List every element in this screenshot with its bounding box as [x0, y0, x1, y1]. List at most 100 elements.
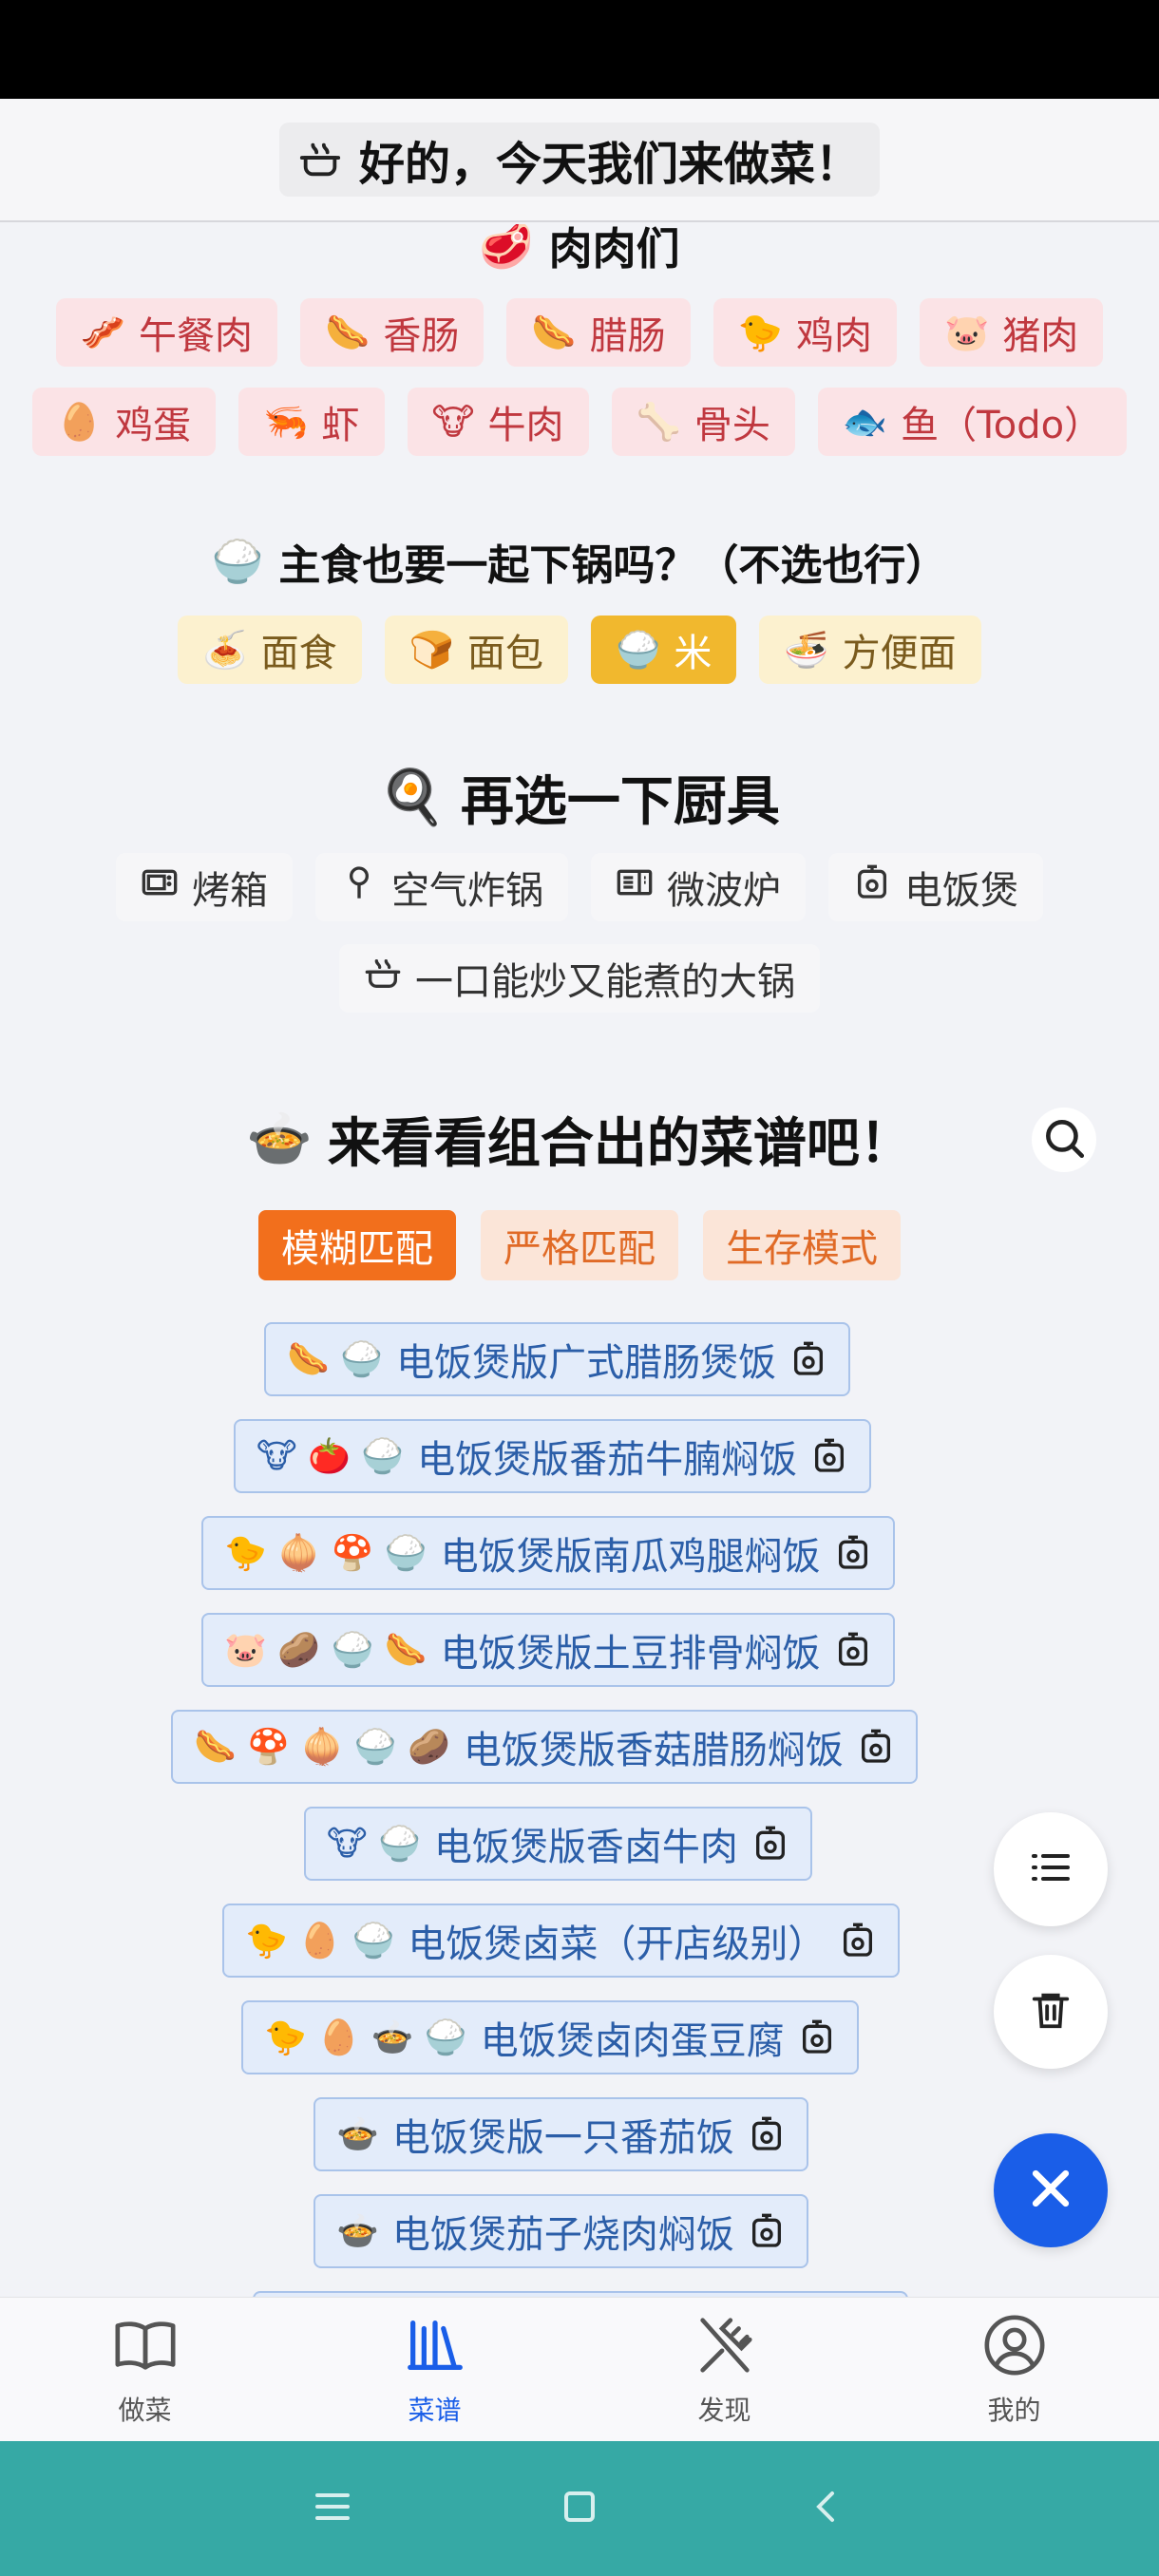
recipe-item[interactable]: 🍲 电饭煲茄子烧肉焖饭 [314, 2194, 808, 2268]
air-fryer-icon [340, 863, 378, 911]
user-circle-icon [981, 2312, 1048, 2382]
recipe-name: 电饭煲版香菇腊肠焖饭 [463, 1729, 844, 1772]
meat-chip-sausage[interactable]: 🌭 香肠 [300, 298, 484, 367]
meat-section-title: 🥩 肉肉们 [0, 224, 1159, 279]
mode-survival[interactable]: 生存模式 [703, 1210, 901, 1280]
header-pill: 好的，今天我们来做菜！ [278, 123, 880, 197]
recipe-ingredient-icons: 🐤 🧅 🍄 🍚 [224, 1534, 428, 1573]
frying-pan-icon: 🍳 [379, 767, 446, 828]
staple-chip-bread[interactable]: 🍞 面包 [384, 616, 568, 684]
rice-cooker-icon [810, 1437, 848, 1475]
staple-chip-noodles[interactable]: 🍝 面食 [178, 616, 362, 684]
recipe-item[interactable]: 🐤 🥚 🍚 电饭煲卤菜（开店级别） [222, 1904, 901, 1978]
staple-chip-instant-noodles[interactable]: 🍜 方便面 [759, 616, 981, 684]
nav-cook[interactable]: 做菜 [0, 2298, 290, 2441]
spaghetti-icon: 🍝 [202, 628, 248, 671]
result-section-title: 🍲 来看看组合出的菜谱吧！ [246, 1108, 913, 1175]
rice-cooker-icon [751, 1825, 789, 1863]
nav-recipes[interactable]: 菜谱 [290, 2298, 580, 2441]
recipe-item[interactable]: 🐮 🍚 电饭煲版香卤牛肉 [304, 1807, 812, 1881]
recipe-name: 电饭煲版番茄牛腩焖饭 [417, 1438, 798, 1482]
tool-chip-wok[interactable]: 一口能炒又能煮的大锅 [339, 944, 820, 1013]
rice-cooker-icon [834, 1534, 872, 1572]
bottom-nav: 做菜 菜谱 发现 我的 [0, 2297, 1159, 2441]
rice-bowl-icon: 🍚 [211, 538, 264, 586]
meat-chip-bone[interactable]: 🦴 骨头 [611, 388, 795, 456]
rice-bowl-icon: 🍚 [616, 628, 661, 671]
utensils-icon [692, 2312, 758, 2382]
recipe-item[interactable]: 🌭 🍚 电饭煲版广式腊肠煲饭 [264, 1322, 851, 1396]
match-mode-tabs: 模糊匹配 严格匹配 生存模式 [0, 1210, 1159, 1280]
recipe-ingredient-icons: 🍲 [336, 2115, 379, 2154]
search-icon [1040, 1114, 1088, 1165]
rice-cooker-icon [839, 1922, 877, 1960]
mode-fuzzy[interactable]: 模糊匹配 [258, 1210, 456, 1280]
back-icon[interactable] [804, 2484, 849, 2533]
nav-profile[interactable]: 我的 [869, 2298, 1159, 2441]
hotdog-icon: 🌭 [531, 311, 577, 353]
tool-chip-row-1: 烤箱 空气炸锅 微波炉 电饭煲 [0, 853, 1159, 921]
meat-chip-shrimp[interactable]: 🦐 虾 [238, 388, 385, 456]
tool-chip-microwave[interactable]: 微波炉 [591, 853, 806, 921]
recipe-ingredient-icons: 🌭 🍄 🧅 🍚 🥔 [194, 1728, 450, 1767]
meat-chip-chicken[interactable]: 🐤 鸡肉 [712, 298, 897, 367]
list-fab[interactable] [994, 1812, 1108, 1926]
recipe-name: 电饭煲版香卤牛肉 [433, 1826, 738, 1869]
recipe-ingredient-icons: 🍲 [336, 2212, 379, 2251]
recipe-item[interactable]: 🐮 🍅 🍚 电饭煲版番茄牛腩焖饭 [234, 1419, 872, 1493]
recipe-name: 电饭煲版一只番茄饭 [391, 2116, 734, 2160]
recipe-item[interactable]: 🍲 电饭煲版一只番茄饭 [314, 2097, 808, 2171]
bread-icon: 🍞 [408, 628, 454, 671]
shrimp-icon: 🦐 [263, 400, 309, 443]
page-title: 好的，今天我们来做菜！ [358, 138, 861, 191]
chick-icon: 🐤 [737, 311, 783, 353]
tool-section-title: 🍳 再选一下厨具 [379, 767, 780, 833]
nav-discover[interactable]: 发现 [580, 2298, 869, 2441]
recipe-ingredient-icons: 🌭 🍚 [287, 1340, 384, 1379]
bone-icon: 🦴 [636, 400, 681, 443]
recipe-item[interactable]: 🐤 🧅 🍄 🍚 电饭煲版南瓜鸡腿焖饭 [201, 1516, 895, 1590]
cow-icon: 🐮 [431, 401, 475, 443]
meat-chip-cured-sausage[interactable]: 🌭 腊肠 [506, 298, 691, 367]
tool-chip-oven[interactable]: 烤箱 [116, 853, 293, 921]
fish-icon: 🐟 [842, 400, 888, 443]
mode-strict[interactable]: 严格匹配 [481, 1210, 678, 1280]
rice-cooker-icon [853, 863, 891, 911]
cooking-pot-icon [364, 955, 402, 1002]
staple-chip-row: 🍝 面食 🍞 面包 🍚 米 🍜 方便面 [0, 616, 1159, 684]
recipe-ingredient-icons: 🐮 🍚 [327, 1825, 421, 1864]
recipe-item[interactable]: 🌭 🍄 🧅 🍚 🥔 电饭煲版香菇腊肠焖饭 [171, 1710, 918, 1784]
recipe-ingredient-icons: 🐤 🥚 🍚 [245, 1922, 395, 1960]
rice-cooker-icon [748, 2115, 786, 2153]
cooking-pot-icon [298, 138, 342, 181]
recipe-ingredient-icons: 🐷 🥔 🍚 🌭 [224, 1631, 428, 1670]
recipe-name: 电饭煲卤菜（开店级别） [408, 1923, 826, 1966]
rice-cooker-icon [857, 1728, 895, 1766]
recipe-item[interactable]: 🐷 🥔 🍚 🌭 电饭煲版土豆排骨焖饭 [201, 1613, 895, 1687]
menu-icon[interactable] [310, 2484, 355, 2533]
home-icon[interactable] [557, 2484, 602, 2533]
scroll-content[interactable]: 🥩 肉肉们 🥓 午餐肉 🌭 香肠 🌭 腊肠 🐤 鸡肉 🐷 猪肉 🥚 鸡蛋 🦐 虾 🐮 牛肉 🦴 骨… [0, 224, 1159, 2297]
recipe-item[interactable]: 🐤 🥚 🍲 🍚 电饭煲卤肉蛋豆腐 [241, 2000, 859, 2074]
clear-fab[interactable] [994, 1955, 1108, 2069]
staple-chip-rice[interactable]: 🍚 米 [591, 616, 737, 684]
close-fab[interactable] [994, 2133, 1108, 2247]
app-header: 好的，今天我们来做菜！ [0, 99, 1159, 222]
meat-chip-beef[interactable]: 🐮 牛肉 [407, 388, 589, 456]
tool-chip-air-fryer[interactable]: 空气炸锅 [315, 853, 568, 921]
meat-chip-row-2: 🥚 鸡蛋 🦐 虾 🐮 牛肉 🦴 骨头 🐟 鱼（Todo） [0, 388, 1159, 456]
tool-chip-rice-cooker[interactable]: 电饭煲 [828, 853, 1043, 921]
system-nav-bar [0, 2441, 1159, 2576]
meat-chip-pork[interactable]: 🐷 猪肉 [919, 298, 1104, 367]
list-icon [1028, 1845, 1074, 1894]
ramen-icon: 🍜 [784, 628, 829, 671]
meat-chip-luncheon[interactable]: 🥓 午餐肉 [55, 298, 277, 367]
search-button[interactable] [1032, 1108, 1096, 1172]
rice-cooker-icon [789, 1340, 827, 1378]
microwave-icon [616, 863, 654, 911]
meat-chip-egg[interactable]: 🥚 鸡蛋 [31, 388, 217, 456]
tool-chip-row-2: 一口能炒又能煮的大锅 [0, 944, 1159, 1013]
recipe-name: 电饭煲版广式腊肠煲饭 [396, 1341, 777, 1385]
meat-chip-fish[interactable]: 🐟 鱼（Todo） [817, 388, 1128, 456]
recipe-ingredient-icons: 🐮 🍅 🍚 [256, 1437, 405, 1476]
